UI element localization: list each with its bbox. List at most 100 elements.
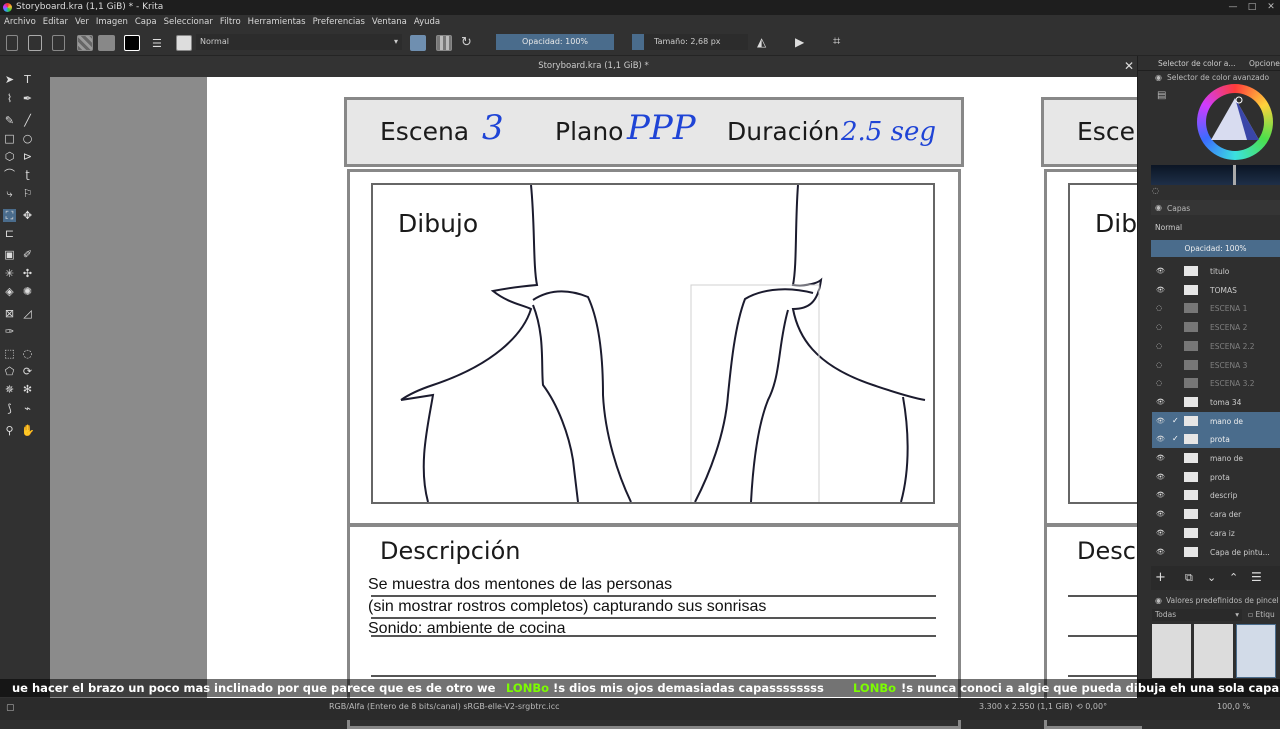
menu-preferencias[interactable]: Preferencias: [313, 17, 365, 27]
visibility-eye-icon[interactable]: 👁: [1156, 468, 1165, 486]
smart-patch-icon[interactable]: ✳: [3, 267, 16, 280]
brush-preset-icon[interactable]: [176, 35, 192, 51]
layer-row[interactable]: 👁 ✓ mano de: [1152, 411, 1280, 430]
bezier-select-icon[interactable]: ⟆: [3, 402, 16, 415]
layer-row[interactable]: 👁 cara der: [1152, 505, 1280, 523]
maximize-icon[interactable]: □: [1243, 0, 1261, 15]
save-icon[interactable]: [52, 35, 65, 51]
layer-row[interactable]: 👁 ✓ prota: [1152, 430, 1280, 449]
polygon-select-icon[interactable]: ⬠: [3, 365, 16, 378]
layer-row[interactable]: ◌ ESCENA 2.2: [1152, 337, 1280, 355]
ellipse-select-icon[interactable]: ◌: [21, 347, 34, 360]
visibility-eye-icon[interactable]: ◌: [1156, 374, 1162, 392]
visibility-eye-icon[interactable]: 👁: [1156, 486, 1165, 504]
layer-row[interactable]: 👁 titulo: [1152, 262, 1280, 280]
freehand-path-icon[interactable]: ʈ: [21, 168, 34, 181]
duplicate-layer-icon[interactable]: ⧉: [1185, 571, 1193, 585]
layer-row[interactable]: 👁 toma 34: [1152, 393, 1280, 411]
polygon-icon[interactable]: ⬡: [3, 150, 16, 163]
menu-herramientas[interactable]: Herramientas: [248, 17, 306, 27]
visibility-eye-icon[interactable]: 👁: [1156, 262, 1165, 280]
menu-filtro[interactable]: Filtro: [220, 17, 241, 27]
close-document-icon[interactable]: ✕: [1124, 59, 1134, 73]
layer-row[interactable]: ◌ ESCENA 3: [1152, 356, 1280, 374]
select-shape-icon[interactable]: ➤: [3, 73, 16, 86]
freehand-select-icon[interactable]: ⟳: [21, 365, 34, 378]
visibility-eye-icon[interactable]: ◌: [1156, 337, 1162, 355]
menu-ayuda[interactable]: Ayuda: [414, 17, 440, 27]
gradient-icon[interactable]: [77, 35, 93, 51]
visibility-eye-icon[interactable]: 👁: [1156, 281, 1165, 299]
visibility-eye-icon[interactable]: 👁: [1156, 524, 1165, 542]
layer-row[interactable]: 👁 mano de: [1152, 449, 1280, 467]
zoom-icon[interactable]: ⚲: [3, 424, 16, 437]
alpha-lock-icon[interactable]: [436, 35, 452, 51]
magnetic-select-icon[interactable]: ⌁: [21, 402, 34, 415]
brush-tag-label[interactable]: ▫ Etiqu: [1248, 610, 1275, 619]
color-swap-icon[interactable]: [124, 35, 140, 51]
layers-blend-mode[interactable]: Normal: [1155, 223, 1182, 232]
ellipse-icon[interactable]: ○: [21, 132, 34, 145]
zoom-level[interactable]: 100,0 %: [1217, 698, 1250, 716]
pattern-icon[interactable]: [98, 35, 115, 51]
similar-select-icon[interactable]: ✻: [21, 383, 34, 396]
layer-row[interactable]: 👁 descrip: [1152, 486, 1280, 504]
layer-row[interactable]: 👁 TOMAS: [1152, 281, 1280, 299]
transform-icon[interactable]: ⛶: [3, 209, 16, 222]
text-icon[interactable]: T: [21, 73, 34, 86]
checkmark-icon[interactable]: ✓: [1172, 412, 1179, 430]
brush-settings-icon[interactable]: ☰: [152, 37, 162, 50]
brush-preset-1[interactable]: [1152, 624, 1191, 678]
add-layer-icon[interactable]: +: [1155, 570, 1166, 585]
color-history-bar[interactable]: [1151, 165, 1280, 185]
menu-capa[interactable]: Capa: [135, 17, 157, 27]
rect-select-icon[interactable]: ⬚: [3, 347, 16, 360]
multibrush-icon[interactable]: ⚐: [21, 187, 34, 200]
visibility-eye-icon[interactable]: 👁: [1156, 430, 1165, 448]
size-slider[interactable]: Tamaño: 2,68 px: [632, 34, 748, 50]
bezier-icon[interactable]: ⌒: [3, 168, 16, 181]
brush-preset-2[interactable]: [1194, 624, 1233, 678]
dynamic-brush-icon[interactable]: ⤷: [3, 187, 16, 200]
move-layer-down-icon[interactable]: ⌄: [1207, 571, 1216, 584]
visibility-eye-icon[interactable]: 👁: [1156, 393, 1165, 411]
refresh-color-icon[interactable]: ◌: [1152, 186, 1159, 195]
selection-mode-icon[interactable]: ▢: [6, 699, 15, 717]
layer-row[interactable]: ◌ ESCENA 1: [1152, 299, 1280, 317]
edit-shapes-icon[interactable]: ⌇: [3, 92, 16, 105]
visibility-eye-icon[interactable]: ◌: [1156, 299, 1162, 317]
tab-options[interactable]: Opcione: [1249, 59, 1280, 68]
line-icon[interactable]: ╱: [21, 114, 34, 127]
minimize-icon[interactable]: —: [1224, 0, 1242, 15]
layer-row[interactable]: 👁 cara iz: [1152, 524, 1280, 542]
opacity-slider[interactable]: Opacidad: 100%: [496, 34, 614, 50]
color-triangle[interactable]: [1209, 96, 1261, 144]
reload-icon[interactable]: ↻: [461, 35, 472, 50]
color-settings-icon[interactable]: ▤: [1157, 90, 1166, 101]
pan-icon[interactable]: ✋: [21, 424, 35, 437]
contiguous-select-icon[interactable]: ✵: [3, 383, 16, 396]
similar-select-fill-icon[interactable]: ✺: [21, 285, 34, 298]
visibility-eye-icon[interactable]: ◌: [1156, 318, 1162, 336]
move-layer-up-icon[interactable]: ⌃: [1229, 571, 1238, 584]
visibility-eye-icon[interactable]: 👁: [1156, 412, 1165, 430]
polyline-icon[interactable]: ⊳: [21, 150, 34, 163]
crop-icon[interactable]: ⊏: [3, 227, 16, 240]
layer-row[interactable]: ◌ ESCENA 2: [1152, 318, 1280, 336]
layers-opacity-slider[interactable]: Opacidad: 100%: [1151, 240, 1280, 257]
tab-color-selector[interactable]: Selector de color a...: [1158, 59, 1236, 68]
move-icon[interactable]: ✥: [21, 209, 34, 222]
new-document-icon[interactable]: [6, 35, 18, 51]
calligraphy-icon[interactable]: ✒: [21, 92, 34, 105]
freehand-brush-icon[interactable]: ✎: [3, 114, 16, 127]
reference-icon[interactable]: ◿: [21, 307, 34, 320]
menu-ver[interactable]: Ver: [75, 17, 89, 27]
close-window-icon[interactable]: ✕: [1262, 0, 1280, 15]
visibility-eye-icon[interactable]: 👁: [1156, 449, 1165, 467]
measure-icon[interactable]: ⊠: [3, 307, 16, 320]
layer-menu-icon[interactable]: ☰: [1251, 570, 1262, 584]
fill-icon[interactable]: ◈: [3, 285, 16, 298]
menu-seleccionar[interactable]: Seleccionar: [164, 17, 213, 27]
layer-row[interactable]: 👁 Capa de pintu...: [1152, 543, 1280, 561]
gradient-tool-icon[interactable]: ▣: [3, 248, 16, 261]
